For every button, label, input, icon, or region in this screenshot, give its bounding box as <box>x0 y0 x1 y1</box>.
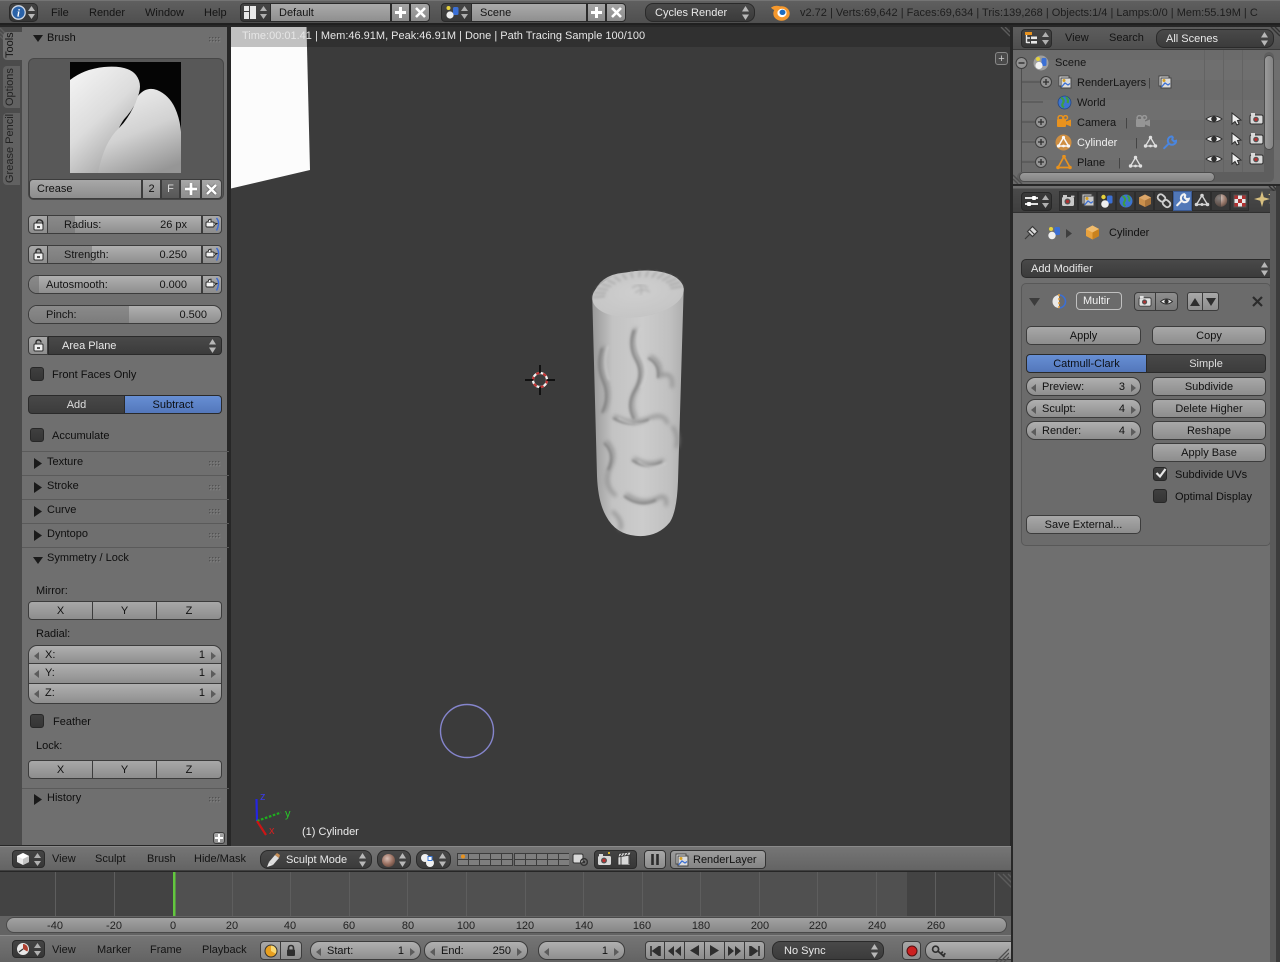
svg-text:-40: -40 <box>47 920 63 932</box>
svg-text:140: 140 <box>575 920 593 932</box>
svg-text:z: z <box>260 791 266 803</box>
svg-text:220: 220 <box>809 920 827 932</box>
svg-text:160: 160 <box>633 920 651 932</box>
svg-text:0: 0 <box>170 920 176 932</box>
svg-text:40: 40 <box>284 920 296 932</box>
svg-text:-20: -20 <box>106 920 122 932</box>
svg-text:x: x <box>269 825 275 837</box>
svg-text:240: 240 <box>868 920 886 932</box>
svg-text:120: 120 <box>516 920 534 932</box>
svg-text:180: 180 <box>692 920 710 932</box>
svg-text:80: 80 <box>402 920 414 932</box>
svg-text:i: i <box>17 8 20 19</box>
svg-text:y: y <box>285 808 291 820</box>
svg-text:200: 200 <box>751 920 769 932</box>
svg-text:100: 100 <box>457 920 475 932</box>
svg-text:60: 60 <box>343 920 355 932</box>
svg-text:20: 20 <box>226 920 238 932</box>
svg-text:260: 260 <box>927 920 945 932</box>
